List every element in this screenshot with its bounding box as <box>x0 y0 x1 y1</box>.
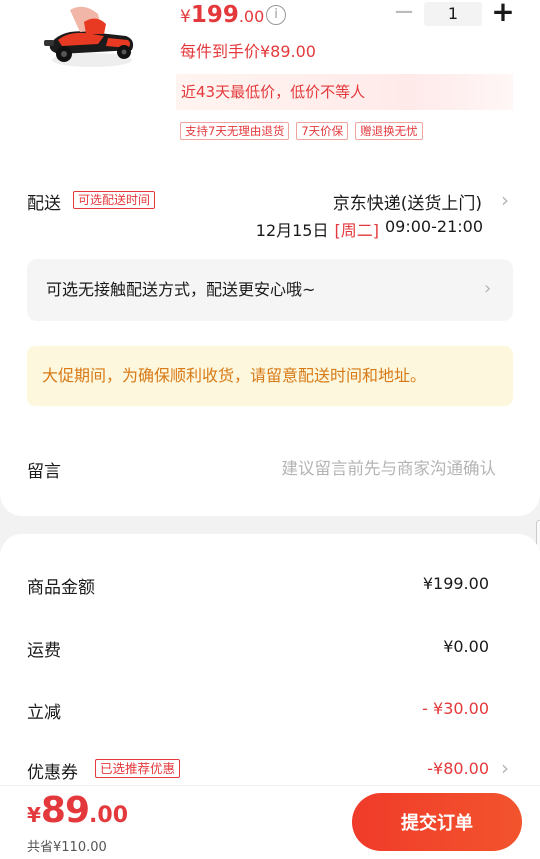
delivery-time-window: 09:00-21:00 <box>385 217 483 236</box>
service-tags: 支持7天无理由退货 7天价保 赠退换无忧 <box>180 122 423 140</box>
discount-label: 立减 <box>27 703 61 723</box>
service-tag: 支持7天无理由退货 <box>180 122 290 140</box>
shipping-label: 运费 <box>27 641 61 661</box>
message-input[interactable] <box>180 452 496 484</box>
saved-amount: 共省¥110.00 <box>27 840 107 855</box>
delivery-label: 配送 <box>27 194 61 214</box>
service-tag: 7天价保 <box>296 122 349 140</box>
courier-selector[interactable]: 京东快递(送货上门) <box>333 189 482 214</box>
coupon-label: 优惠券 <box>27 763 78 783</box>
total-price: ¥ 89 .00 <box>27 790 128 831</box>
promo-notice: 大促期间，为确保顺利收货，请留意配送时间和地址。 <box>27 346 513 406</box>
quantity-minus-button[interactable]: − <box>393 0 415 26</box>
submit-order-button[interactable]: 提交订单 <box>352 793 522 851</box>
info-icon[interactable]: i <box>266 5 286 25</box>
delivery-date: 12月15日 <box>255 221 329 240</box>
delivery-time[interactable]: 12月15日 [周二] 09:00-21:00 <box>256 217 483 241</box>
total-currency: ¥ <box>27 803 41 827</box>
delivery-time-badge[interactable]: 可选配送时间 <box>73 191 156 209</box>
quantity-plus-button[interactable]: + <box>490 0 516 27</box>
goods-amount-label: 商品金额 <box>27 578 95 598</box>
coupon-value[interactable]: -¥80.00 <box>427 759 489 778</box>
message-label: 留言 <box>27 462 61 482</box>
product-image[interactable] <box>40 0 140 72</box>
total-integer: 89 <box>40 790 90 831</box>
discount-value: - ¥30.00 <box>422 699 489 718</box>
total-decimal: .00 <box>89 803 129 828</box>
contactless-delivery-option[interactable]: 可选无接触配送方式，配送更安心哦~ <box>27 259 513 321</box>
chevron-right-icon[interactable]: › <box>501 188 509 212</box>
service-tag: 赠退换无忧 <box>355 122 423 140</box>
chevron-right-icon[interactable]: › <box>501 756 509 780</box>
hand-price: 每件到手价¥89.00 <box>180 42 316 61</box>
price-integer: 199 <box>190 2 239 28</box>
quantity-field[interactable]: 1 <box>424 2 482 26</box>
chevron-right-icon[interactable]: › <box>484 278 491 299</box>
product-price: ¥ 199 .00 <box>180 2 264 30</box>
price-decimal: .00 <box>238 7 265 26</box>
price-currency: ¥ <box>180 7 191 27</box>
lowest-price-banner: 近43天最低价，低价不等人 <box>176 74 513 110</box>
contactless-text: 可选无接触配送方式，配送更安心哦~ <box>46 280 316 299</box>
coupon-badge: 已选推荐优惠 <box>95 759 181 778</box>
delivery-weekday: [周二] <box>334 221 380 240</box>
shipping-value: ¥0.00 <box>443 637 489 656</box>
goods-amount-value: ¥199.00 <box>422 574 489 593</box>
order-details-card: ¥ 199 .00 i − 1 + 每件到手价¥89.00 近43天最低价，低价… <box>0 0 540 516</box>
